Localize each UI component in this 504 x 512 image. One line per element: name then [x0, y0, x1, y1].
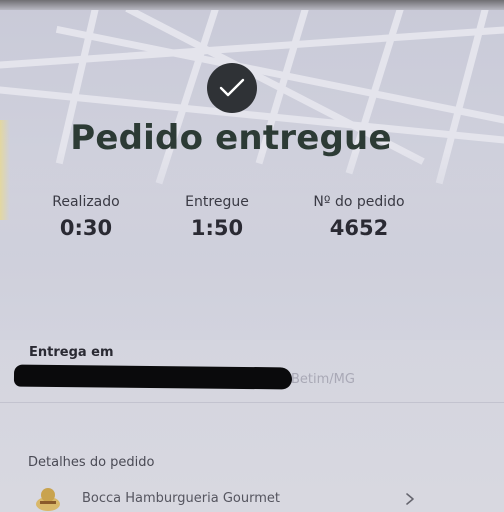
stat-entregue: Entregue 1:50	[152, 194, 282, 240]
delivery-heading: Entrega em	[29, 345, 114, 360]
map-fade-overlay	[0, 150, 504, 340]
restaurant-name: Bocca Hamburgueria Gourmet	[82, 490, 280, 506]
stat-label: Realizado	[52, 194, 120, 210]
screen-bezel	[0, 0, 504, 10]
stat-label: Nº do pedido	[313, 194, 405, 210]
details-heading: Detalhes do pedido	[28, 455, 155, 470]
chevron-right-icon[interactable]	[404, 492, 416, 506]
checkmark-icon	[207, 63, 257, 113]
address-city: Betim/MG	[291, 372, 355, 387]
redacted-address	[13, 364, 293, 390]
stat-value: 0:30	[59, 216, 113, 240]
stat-value: 1:50	[190, 216, 244, 240]
stat-order-number: Nº do pedido 4652	[294, 194, 424, 240]
stat-value: 4652	[329, 216, 389, 240]
page-title: Pedido entregue	[70, 118, 392, 158]
stat-label: Entregue	[185, 194, 249, 210]
delivery-address: Betim/MG	[13, 362, 394, 392]
stat-realizado: Realizado 0:30	[21, 194, 151, 240]
restaurant-logo-icon	[36, 488, 60, 511]
restaurant-row[interactable]: Bocca Hamburgueria Gourmet	[30, 484, 430, 512]
section-divider	[0, 402, 504, 403]
